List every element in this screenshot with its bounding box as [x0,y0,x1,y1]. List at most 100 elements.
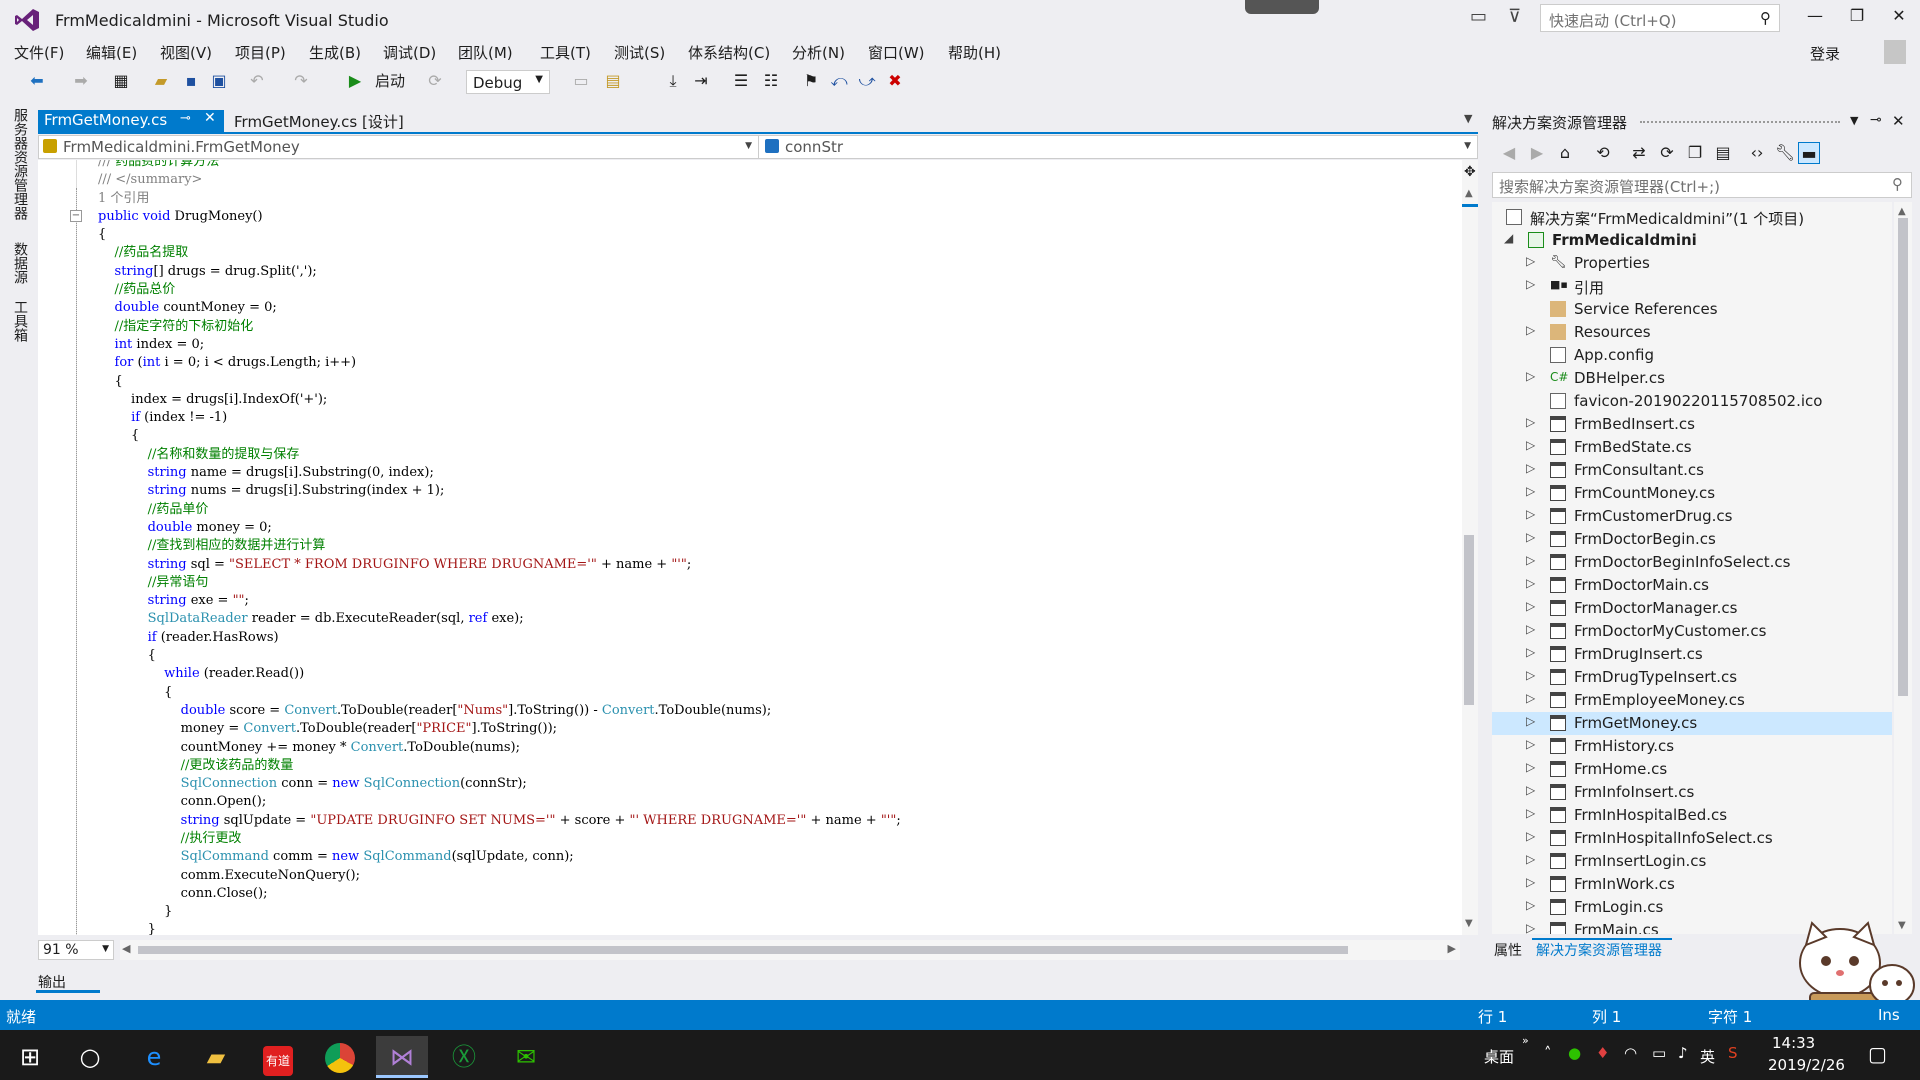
toolbar-expand-icon[interactable]: » [1522,1034,1529,1047]
editor-vertical-thumb[interactable] [1464,535,1474,705]
expanded-arrow-icon[interactable]: ◢ [1504,231,1513,245]
solution-item[interactable]: ▷ FrmCustomerDrug.cs [1492,505,1892,528]
solution-item[interactable]: ▷ FrmInHospitalInfoSelect.cs [1492,827,1892,850]
expand-arrow-icon[interactable]: ▷ [1526,714,1535,728]
solution-item[interactable]: ▷ FrmDoctorMain.cs [1492,574,1892,597]
solution-item[interactable]: ▷ FrmBedInsert.cs [1492,413,1892,436]
wifi-icon[interactable]: ◠ [1624,1044,1637,1062]
solution-item[interactable]: ▷ FrmHome.cs [1492,758,1892,781]
menu-debug[interactable]: 调试(D) [383,42,436,63]
clear-bookmarks-icon[interactable]: ✖ [884,70,906,92]
view-code-icon[interactable]: ‹› [1746,142,1768,164]
menu-edit[interactable]: 编辑(E) [86,42,137,63]
solution-explorer-thumb[interactable] [1898,218,1908,696]
preview-selected-icon[interactable]: ▬ [1798,142,1820,164]
login-link[interactable]: 登录 [1810,43,1840,64]
open-folder-icon[interactable]: ▰ [150,70,172,92]
menu-tools[interactable]: 工具(T) [540,42,591,63]
clock-time[interactable]: 14:33 [1772,1034,1815,1052]
visual-studio-taskbar-icon[interactable]: ⋈ [376,1036,428,1078]
solution-item[interactable]: ▷ FrmDoctorBeginInfoSelect.cs [1492,551,1892,574]
tray-overflow-icon[interactable]: ˄ [1544,1044,1552,1062]
menu-team[interactable]: 团队(M) [458,42,513,63]
expand-arrow-icon[interactable]: ▷ [1526,668,1535,682]
notification-handle[interactable] [1245,0,1319,14]
configuration-select[interactable]: Debug ▼ [466,70,550,94]
solution-item[interactable]: ▷ FrmDoctorMyCustomer.cs [1492,620,1892,643]
solution-search-input[interactable]: 搜索解决方案资源管理器(Ctrl+;) ⚲ [1492,172,1912,198]
solution-item[interactable]: ▷ FrmEmployeeMoney.cs [1492,689,1892,712]
volume-icon[interactable]: ♪ [1678,1044,1688,1062]
youdao-dict-icon[interactable]: 有道 [252,1036,304,1078]
solution-item[interactable]: ▷ FrmDoctorBegin.cs [1492,528,1892,551]
solution-node[interactable]: 解决方案“FrmMedicaldmini”(1 个项目) [1492,206,1892,229]
history-icon[interactable]: ⟲ [1592,142,1614,164]
solution-item[interactable]: ▷ FrmHistory.cs [1492,735,1892,758]
member-dropdown[interactable]: connStr ▼ [761,136,1477,158]
solution-item[interactable]: ▷ FrmCountMoney.cs [1492,482,1892,505]
expand-arrow-icon[interactable]: ▷ [1526,369,1535,383]
tab-frmgetmoney-designer[interactable]: FrmGetMoney.cs [设计] [228,110,428,132]
expand-arrow-icon[interactable]: ▷ [1526,875,1535,889]
wechat-tray-icon[interactable]: ● [1568,1044,1581,1062]
expand-arrow-icon[interactable]: ▷ [1526,806,1535,820]
expand-arrow-icon[interactable]: ▷ [1526,254,1535,268]
server-explorer-tab[interactable]: 服务器资源管理器 [10,108,30,220]
solution-item[interactable]: favicon-20190220115708502.ico [1492,390,1892,413]
desktop-toolbar[interactable]: 桌面 [1484,1046,1514,1067]
toolbox-tab[interactable]: 工具箱 [10,300,30,342]
solution-item[interactable]: ▷ Resources [1492,321,1892,344]
menu-help[interactable]: 帮助(H) [948,42,1001,63]
expand-arrow-icon[interactable]: ▷ [1526,760,1535,774]
solution-item[interactable]: ▷ FrmInWork.cs [1492,873,1892,896]
expand-arrow-icon[interactable]: ▷ [1526,691,1535,705]
tab-frmgetmoney-code[interactable]: FrmGetMoney.cs ⊸ ✕ [38,110,224,132]
next-bookmark-icon[interactable]: ⤻ [856,70,878,92]
menu-view[interactable]: 视图(V) [160,42,212,63]
solution-item[interactable]: ▷ FrmConsultant.cs [1492,459,1892,482]
back-icon[interactable]: ◀ [1498,142,1520,164]
expand-arrow-icon[interactable]: ▷ [1526,530,1535,544]
pin-icon[interactable]: ⊸ [180,111,191,126]
output-tab[interactable]: 输出 [38,972,66,992]
close-icon[interactable]: ✕ [204,110,216,126]
expand-arrow-icon[interactable]: ▷ [1526,461,1535,475]
attach-icon[interactable]: ▭ [570,70,592,92]
battery-icon[interactable]: ▭ [1652,1044,1666,1062]
editor-horizontal-thumb[interactable] [138,946,1348,954]
minimize-button[interactable]: — [1800,6,1830,32]
menu-test[interactable]: 测试(S) [614,42,665,63]
collapse-icon[interactable]: − [70,210,82,222]
solution-item[interactable]: ▷ 🔧︎ Properties [1492,252,1892,275]
feedback-icon[interactable]: ▭ [1470,6,1487,27]
step-into-icon[interactable]: ⤓ [662,70,684,92]
solution-item[interactable]: ▷ FrmInsertLogin.cs [1492,850,1892,873]
expand-arrow-icon[interactable]: ▷ [1526,484,1535,498]
forward-icon[interactable]: ▶ [1526,142,1548,164]
wechat-icon[interactable]: ✉ [500,1036,552,1078]
panel-dropdown-icon[interactable]: ▼ [1850,114,1858,127]
solution-item[interactable]: ▷ FrmGetMoney.cs [1492,712,1892,735]
ime-indicator[interactable]: 英 [1700,1046,1715,1067]
expand-arrow-icon[interactable]: ▷ [1526,507,1535,521]
expand-arrow-icon[interactable]: ▷ [1526,599,1535,613]
expand-arrow-icon[interactable]: ▷ [1526,277,1535,291]
tab-solution-explorer[interactable]: 解决方案资源管理器 [1536,940,1662,960]
properties-wrench-icon[interactable]: 🔧︎ [1774,142,1796,164]
undo-icon[interactable]: ↶ [246,70,268,92]
indent-icon[interactable]: ☰ [730,70,752,92]
new-project-icon[interactable]: ▦ [110,70,132,92]
solution-item[interactable]: ▷ FrmDrugTypeInsert.cs [1492,666,1892,689]
prev-bookmark-icon[interactable]: ⤺ [828,70,850,92]
menu-build[interactable]: 生成(B) [309,42,361,63]
filter-icon[interactable]: ⊽ [1508,6,1521,27]
outdent-icon[interactable]: ☷ [760,70,782,92]
data-sources-tab[interactable]: 数据源 [10,242,30,284]
expand-arrow-icon[interactable]: ▷ [1526,323,1535,337]
solution-item[interactable]: ▷ ■▪ 引用 [1492,275,1892,298]
refresh-icon[interactable]: ⟳ [1656,142,1678,164]
account-avatar[interactable] [1884,40,1906,64]
close-button[interactable]: ✕ [1884,6,1914,32]
split-icon[interactable]: ✥ [1464,164,1476,180]
menu-window[interactable]: 窗口(W) [868,42,925,63]
